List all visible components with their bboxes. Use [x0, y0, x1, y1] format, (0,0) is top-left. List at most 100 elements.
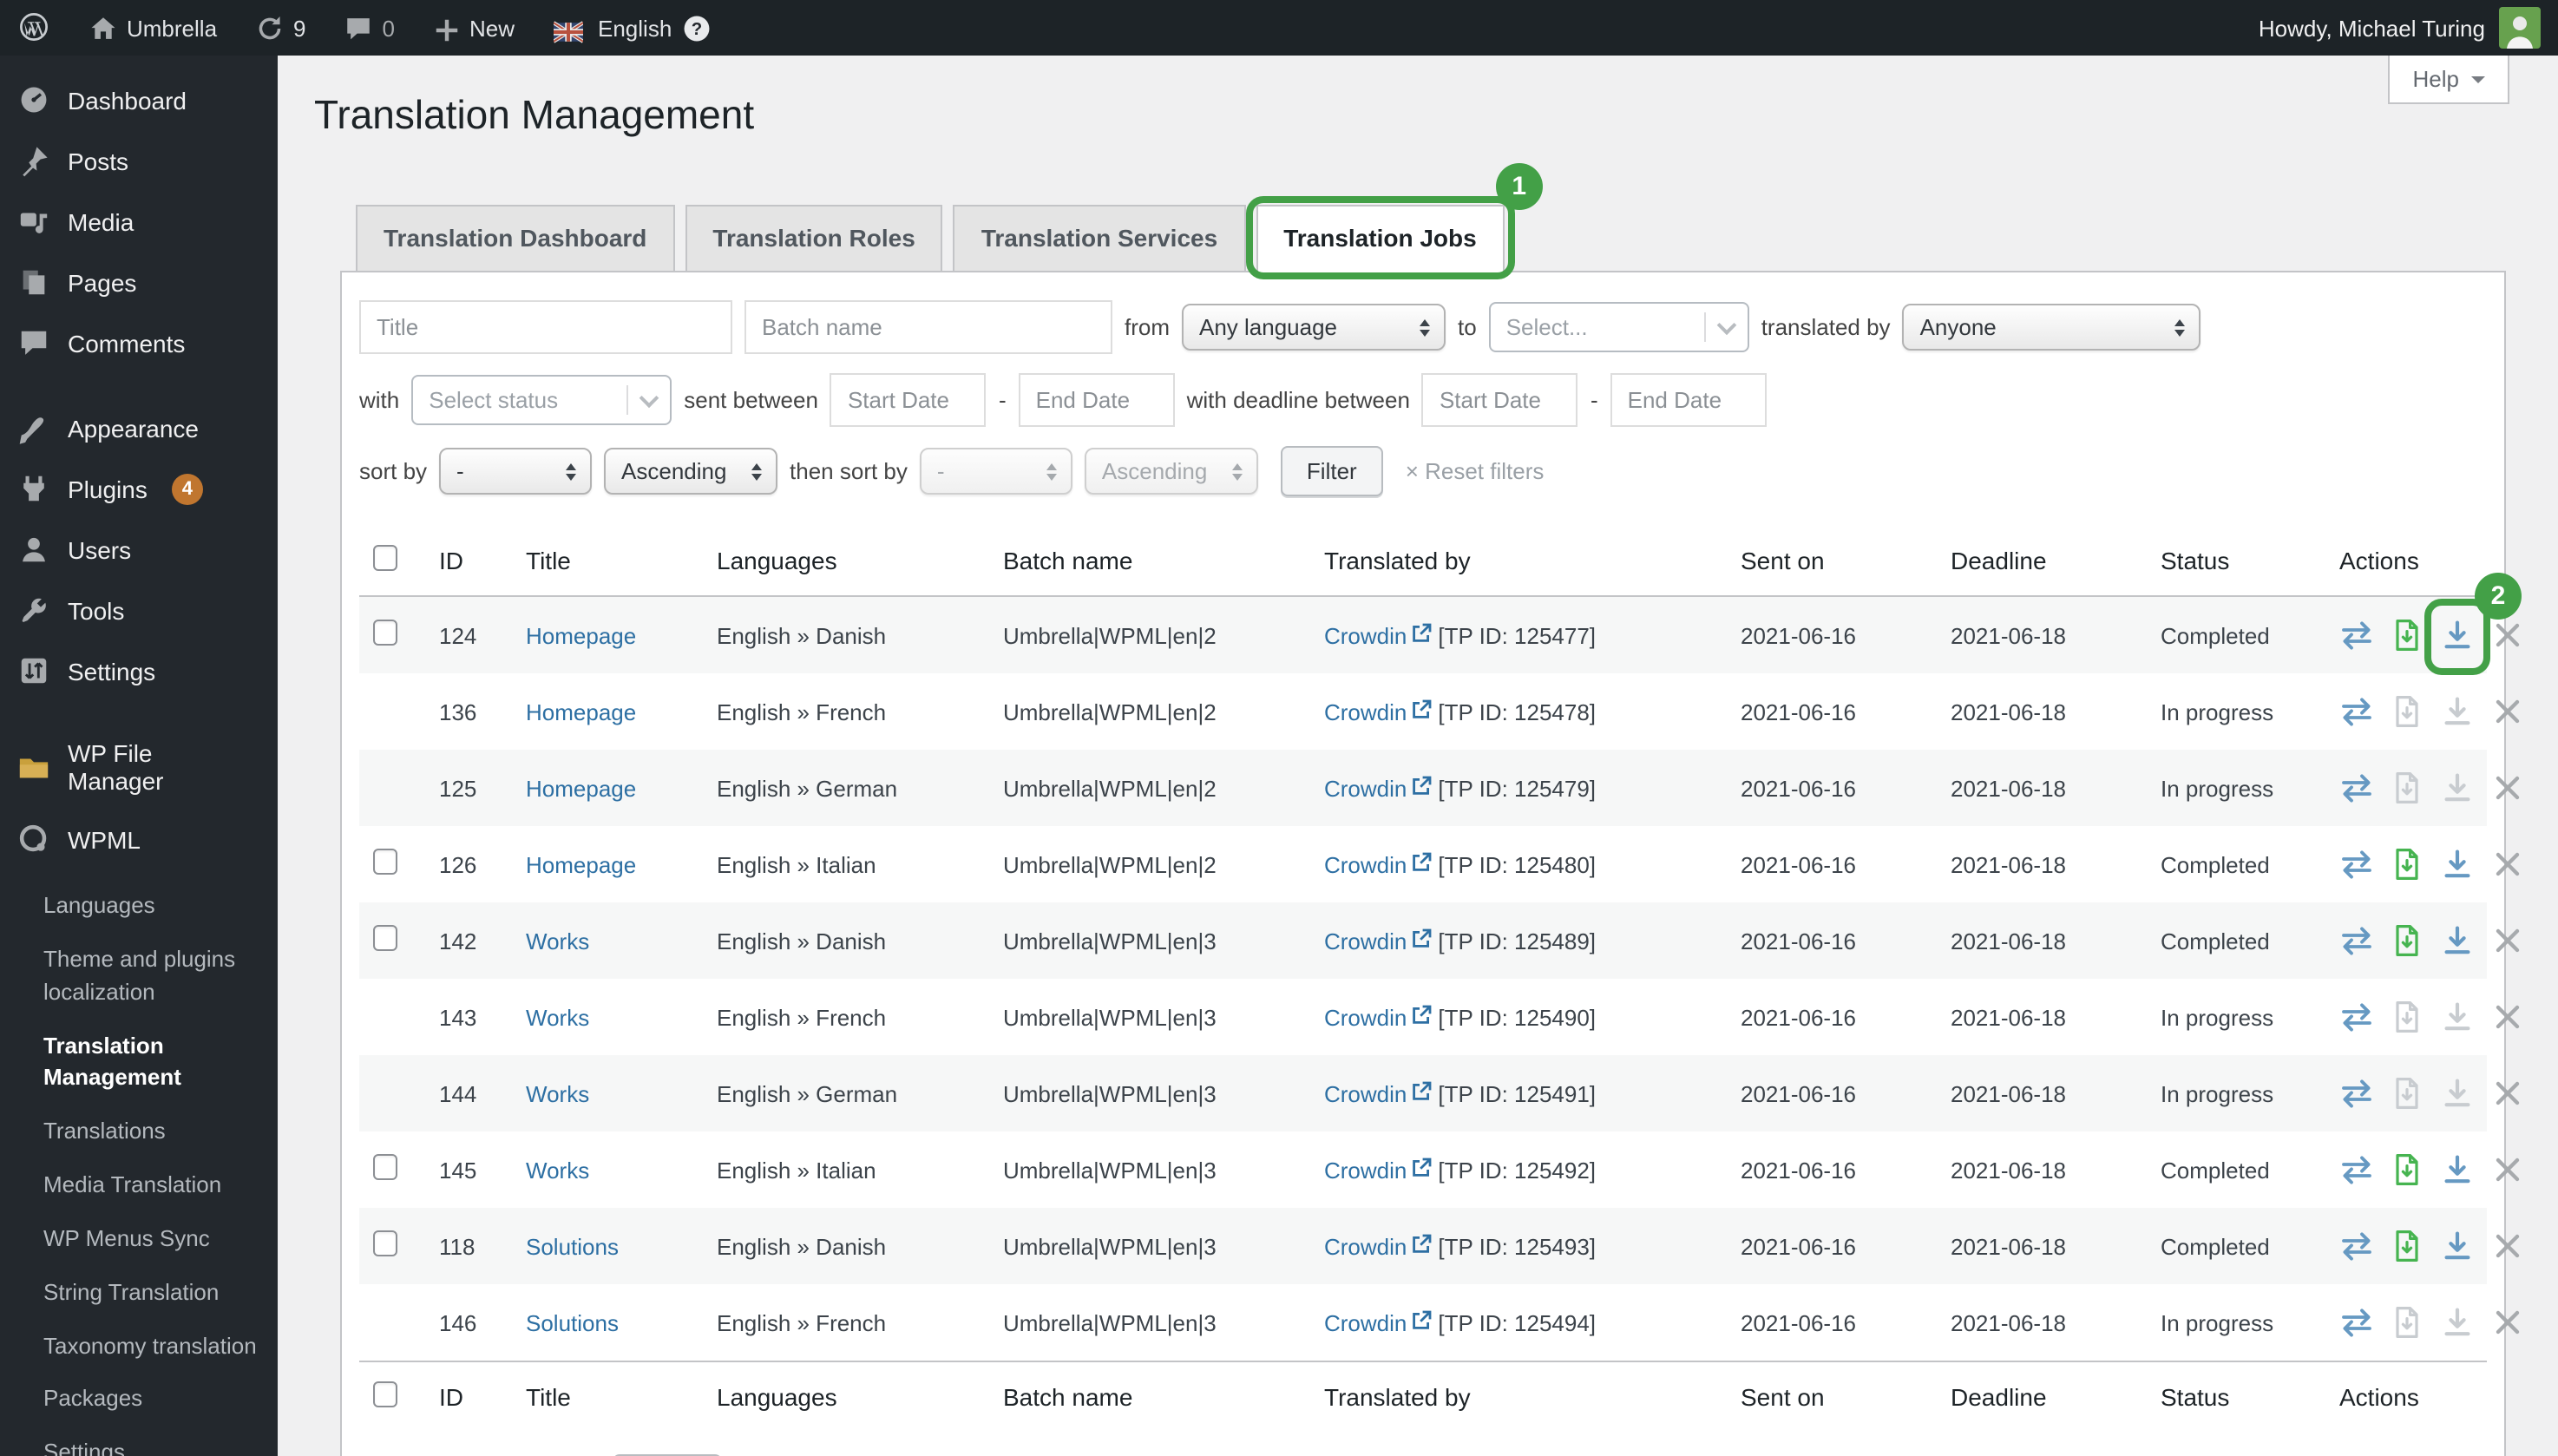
tab[interactable]: Translation Jobs 1	[1256, 205, 1505, 272]
translator-link[interactable]: Crowdin	[1324, 851, 1431, 877]
job-title-link[interactable]: Homepage	[526, 698, 636, 725]
sync-translation-icon[interactable]	[2339, 847, 2374, 882]
sidebar-item[interactable]: Comments	[0, 312, 278, 373]
job-title-link[interactable]: Homepage	[526, 775, 636, 801]
tab[interactable]: Translation Services	[954, 205, 1245, 271]
sent-end-date-input[interactable]	[1019, 373, 1175, 427]
translator-link[interactable]: Crowdin	[1324, 1080, 1431, 1106]
row-checkbox[interactable]	[373, 620, 397, 646]
xliff-file-icon[interactable]	[2390, 1000, 2424, 1034]
row-checkbox[interactable]	[373, 849, 397, 875]
reset-filters-link[interactable]: × Reset filters	[1406, 458, 1545, 484]
sidebar-item[interactable]: Users	[0, 519, 278, 580]
xliff-file-icon[interactable]	[2390, 1305, 2424, 1340]
cancel-job-icon[interactable]	[2490, 923, 2525, 958]
title-filter-input[interactable]	[359, 300, 732, 354]
wordpress-logo[interactable]	[0, 0, 69, 56]
site-name-menu[interactable]: Umbrella	[69, 0, 236, 56]
cancel-job-icon[interactable]	[2490, 1152, 2525, 1187]
translator-link[interactable]: Crowdin	[1324, 1233, 1431, 1259]
job-title-link[interactable]: Works	[526, 1080, 589, 1106]
job-title-link[interactable]: Homepage	[526, 622, 636, 648]
filter-button[interactable]: Filter	[1281, 446, 1383, 496]
download-icon[interactable]	[2440, 1229, 2475, 1263]
wpml-submenu-item[interactable]: Translations	[0, 1105, 278, 1159]
cancel-job-icon[interactable]	[2490, 771, 2525, 805]
sent-start-date-input[interactable]	[830, 373, 987, 427]
download-icon[interactable]	[2440, 923, 2475, 958]
wpml-submenu-item[interactable]: Settings	[0, 1427, 278, 1456]
sync-translation-icon[interactable]	[2339, 1229, 2374, 1263]
to-language-select[interactable]: Select...	[1489, 302, 1749, 352]
cancel-job-icon[interactable]	[2490, 694, 2525, 729]
download-icon[interactable]	[2440, 1000, 2475, 1034]
job-title-link[interactable]: Homepage	[526, 851, 636, 877]
from-language-select[interactable]: Any language	[1182, 304, 1446, 351]
wpml-submenu-item[interactable]: WP Menus Sync	[0, 1213, 278, 1267]
avatar[interactable]	[2499, 7, 2541, 49]
sidebar-item[interactable]: Media	[0, 191, 278, 252]
sidebar-item[interactable]: Dashboard	[0, 69, 278, 130]
cancel-job-icon[interactable]	[2490, 618, 2525, 653]
select-all-checkbox[interactable]	[373, 545, 397, 571]
translator-link[interactable]: Crowdin	[1324, 1309, 1431, 1335]
cancel-job-icon[interactable]	[2490, 1076, 2525, 1111]
wpml-submenu-item[interactable]: String Translation	[0, 1267, 278, 1321]
deadline-start-date-input[interactable]	[1422, 373, 1578, 427]
help-button[interactable]: Help	[2389, 56, 2510, 104]
new-menu[interactable]: New	[414, 0, 534, 56]
job-title-link[interactable]: Works	[526, 1004, 589, 1030]
job-title-link[interactable]: Solutions	[526, 1309, 619, 1335]
download-icon[interactable]	[2440, 1305, 2475, 1340]
job-title-link[interactable]: Solutions	[526, 1233, 619, 1259]
translator-link[interactable]: Crowdin	[1324, 1004, 1431, 1030]
sidebar-item[interactable]: Plugins 4	[0, 458, 278, 519]
howdy-text[interactable]: Howdy, Michael Turing	[2259, 15, 2485, 41]
sidebar-item[interactable]: WPML	[0, 809, 278, 869]
sidebar-item[interactable]: Settings	[0, 640, 278, 701]
xliff-file-icon[interactable]	[2390, 923, 2424, 958]
translator-link[interactable]: Crowdin	[1324, 775, 1431, 801]
sync-translation-icon[interactable]	[2339, 1152, 2374, 1187]
wpml-submenu-item[interactable]: Theme and plugins localization	[0, 934, 278, 1020]
sync-translation-icon[interactable]	[2339, 618, 2374, 653]
wpml-submenu-item[interactable]: Taxonomy translation	[0, 1320, 278, 1374]
sync-translation-icon[interactable]	[2339, 1076, 2374, 1111]
xliff-file-icon[interactable]	[2390, 1152, 2424, 1187]
download-icon[interactable]	[2440, 1152, 2475, 1187]
download-icon[interactable]	[2440, 618, 2475, 653]
xliff-file-icon[interactable]	[2390, 694, 2424, 729]
tab[interactable]: Translation Dashboard	[356, 205, 674, 271]
download-icon[interactable]	[2440, 1076, 2475, 1111]
translator-link[interactable]: Crowdin	[1324, 622, 1431, 648]
sidebar-item[interactable]: WP File Manager	[0, 725, 278, 809]
sidebar-item[interactable]: Tools	[0, 580, 278, 640]
select-all-checkbox[interactable]	[373, 1381, 397, 1407]
row-checkbox[interactable]	[373, 1230, 397, 1256]
translator-link[interactable]: Crowdin	[1324, 698, 1431, 725]
then-sort-direction-select[interactable]: Ascending	[1085, 448, 1258, 495]
sync-translation-icon[interactable]	[2339, 771, 2374, 805]
xliff-file-icon[interactable]	[2390, 847, 2424, 882]
deadline-end-date-input[interactable]	[1610, 373, 1767, 427]
download-icon[interactable]	[2440, 771, 2475, 805]
sort-direction-select[interactable]: Ascending	[604, 448, 777, 495]
language-menu[interactable]: English ?	[534, 0, 729, 56]
cancel-job-icon[interactable]	[2490, 1305, 2525, 1340]
sort-by-select[interactable]: -	[439, 448, 592, 495]
row-checkbox[interactable]	[373, 925, 397, 951]
xliff-file-icon[interactable]	[2390, 618, 2424, 653]
updates-menu[interactable]: 9	[236, 0, 325, 56]
help-circle-icon[interactable]: ?	[682, 14, 710, 42]
download-icon[interactable]	[2440, 847, 2475, 882]
translated-by-select[interactable]: Anyone	[1903, 304, 2201, 351]
download-icon[interactable]	[2440, 694, 2475, 729]
status-select[interactable]: Select status	[411, 375, 672, 425]
sidebar-item[interactable]: Pages	[0, 252, 278, 312]
translator-link[interactable]: Crowdin	[1324, 1157, 1431, 1183]
sync-translation-icon[interactable]	[2339, 923, 2374, 958]
wpml-submenu-item[interactable]: Packages	[0, 1374, 278, 1427]
wpml-submenu-item[interactable]: Translation Management	[0, 1020, 278, 1105]
job-title-link[interactable]: Works	[526, 928, 589, 954]
sync-translation-icon[interactable]	[2339, 1000, 2374, 1034]
